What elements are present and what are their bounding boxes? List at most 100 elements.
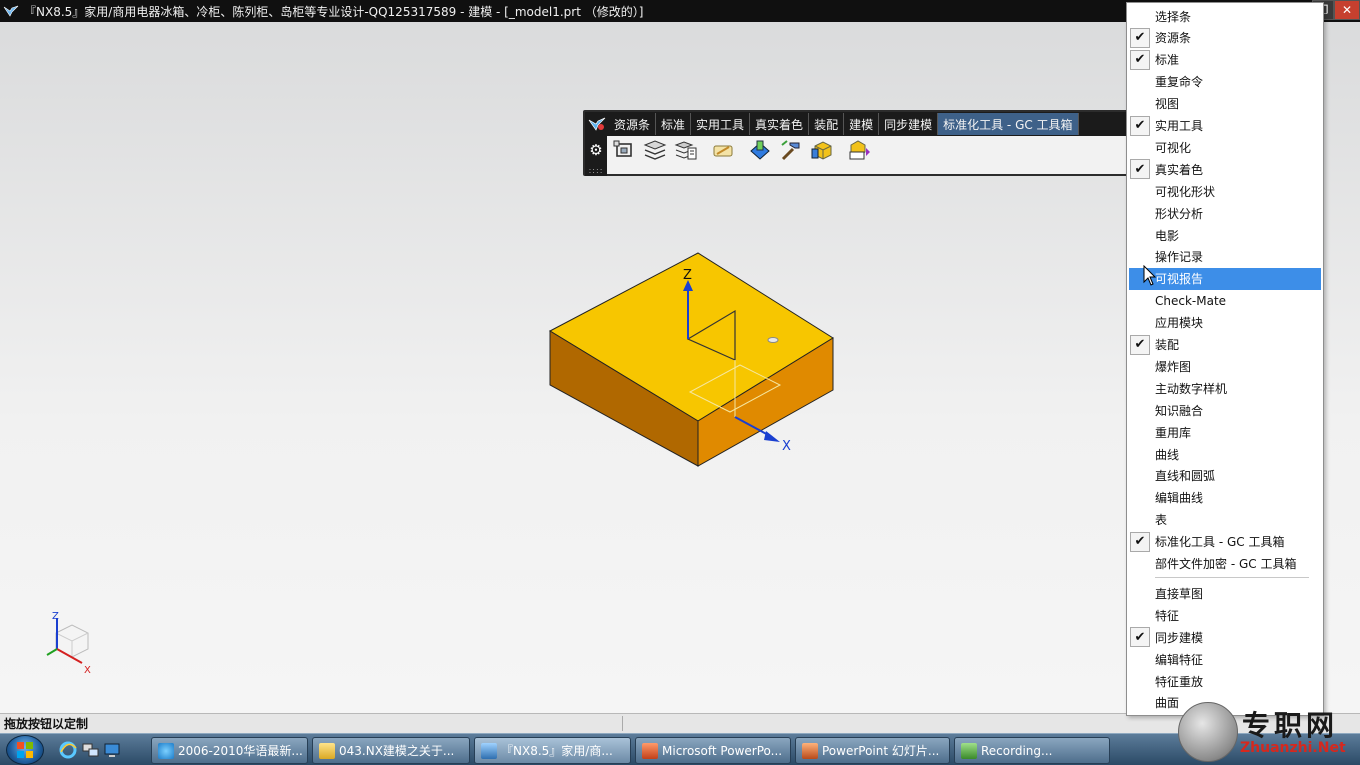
watermark-text: 专职网 <box>1242 709 1339 742</box>
tab-utilities[interactable]: 实用工具 <box>691 113 751 135</box>
checkmark-icon: ✔ <box>1130 531 1150 552</box>
part-blue-icon[interactable] <box>746 137 774 163</box>
menu-item-label: 表 <box>1155 513 1168 528</box>
menu-item[interactable]: 直接草图 <box>1127 582 1323 604</box>
checkmark-icon: ✔ <box>1130 627 1150 648</box>
menu-item-label: 可视化 <box>1155 140 1192 155</box>
desktop-quicklaunch-icon[interactable] <box>102 740 122 760</box>
z-axis-label: Z <box>683 268 692 283</box>
menu-item[interactable]: 部件文件加密 - GC 工具箱 <box>1127 553 1323 575</box>
menu-item[interactable]: 可视化 <box>1127 136 1323 158</box>
layers-list-icon[interactable] <box>672 137 700 163</box>
menu-item-label: 直接草图 <box>1155 586 1204 601</box>
tab-standard[interactable]: 标准 <box>656 113 692 135</box>
floating-toolbar: 资源条 标准 实用工具 真实着色 装配 建模 同步建模 标准化工具 - GC 工… <box>583 110 1128 176</box>
tab-modeling[interactable]: 建模 <box>844 113 880 135</box>
menu-item[interactable]: 编辑曲线 <box>1127 487 1323 509</box>
menu-separator <box>1155 577 1309 579</box>
folder-icon <box>319 742 335 759</box>
menu-item-label: 曲线 <box>1155 447 1180 462</box>
menu-item[interactable]: ✔ 装配 <box>1127 334 1323 356</box>
taskbar: 2006-2010华语最新... 043.NX建模之关于... 『NX8.5』家… <box>0 733 1360 765</box>
taskbar-item[interactable]: PowerPoint 幻灯片... <box>795 737 950 764</box>
x-axis-arrow <box>764 431 780 442</box>
menu-item-label: 资源条 <box>1155 31 1192 46</box>
menu-item-label: 编辑曲线 <box>1155 491 1204 506</box>
tab-gc-toolkit[interactable]: 标准化工具 - GC 工具箱 <box>938 113 1079 135</box>
menu-item[interactable]: ✔ 资源条 <box>1127 27 1323 49</box>
component-frame-icon[interactable] <box>610 137 638 163</box>
menu-item[interactable]: 重复命令 <box>1127 71 1323 93</box>
menu-item[interactable]: 应用模块 <box>1127 312 1323 334</box>
start-button[interactable] <box>6 735 44 765</box>
menu-item[interactable]: 编辑特征 <box>1127 648 1323 670</box>
menu-item[interactable]: 知识融合 <box>1127 399 1323 421</box>
network-quicklaunch-icon[interactable] <box>80 740 100 760</box>
menu-item[interactable]: ✔ 实用工具 <box>1127 115 1323 137</box>
tab-true-shading[interactable]: 真实着色 <box>750 113 810 135</box>
tab-sync-modeling[interactable]: 同步建模 <box>879 113 939 135</box>
window-title: 『NX8.5』家用/商用电器冰箱、冷柜、陈列柜、岛柜等专业设计-QQ125317… <box>24 4 644 19</box>
menu-item[interactable]: 选择条 <box>1127 5 1323 27</box>
menu-item[interactable]: 曲线 <box>1127 443 1323 465</box>
menu-item-label: 重用库 <box>1155 425 1192 440</box>
taskbar-item[interactable]: Microsoft PowerPo... <box>635 737 791 764</box>
menu-item-label: 应用模块 <box>1155 316 1204 331</box>
menu-item[interactable]: 表 <box>1127 509 1323 531</box>
menu-item-label: 电影 <box>1155 228 1180 243</box>
menu-item-label: 编辑特征 <box>1155 652 1204 667</box>
menu-item-label: 曲面 <box>1155 696 1180 711</box>
menu-item-label: 视图 <box>1155 97 1180 112</box>
pencil-note-icon[interactable] <box>709 137 737 163</box>
menu-item[interactable]: 爆炸图 <box>1127 355 1323 377</box>
text-cube-icon[interactable] <box>845 137 873 163</box>
menu-item-label: 爆炸图 <box>1155 359 1192 374</box>
toolbar-icon-row: ⚙ <box>585 136 1126 164</box>
menu-item[interactable]: ✔ 标准化工具 - GC 工具箱 <box>1127 531 1323 553</box>
toolbar-gripper[interactable]: :::: <box>585 164 607 176</box>
nx-logo-icon <box>0 0 22 22</box>
status-text: 拖放按钮以定制 <box>4 717 89 731</box>
taskbar-item[interactable]: 『NX8.5』家用/商... <box>474 737 631 764</box>
close-button[interactable]: ✕ <box>1334 0 1360 20</box>
menu-item[interactable]: 主动数字样机 <box>1127 377 1323 399</box>
menu-item[interactable]: 重用库 <box>1127 421 1323 443</box>
layers-stack-icon[interactable] <box>641 137 669 163</box>
menu-item-label: 标准化工具 - GC 工具箱 <box>1155 535 1285 550</box>
menu-item[interactable]: 特征 <box>1127 604 1323 626</box>
menu-item[interactable]: 电影 <box>1127 224 1323 246</box>
menu-item-label: 选择条 <box>1155 9 1192 24</box>
checkmark-icon: ✔ <box>1130 115 1150 136</box>
ie-quicklaunch-icon[interactable] <box>58 740 78 760</box>
menu-item[interactable]: ✔ 真实着色 <box>1127 158 1323 180</box>
menu-item[interactable]: Check-Mate <box>1127 290 1323 312</box>
tab-resource-bar[interactable]: 资源条 <box>609 113 657 135</box>
menu-item-label: 部件文件加密 - GC 工具箱 <box>1155 557 1297 571</box>
cube-yellow-icon[interactable] <box>808 137 836 163</box>
x-axis-label: X <box>782 439 791 454</box>
menu-item-label: 操作记录 <box>1155 250 1204 265</box>
checkmark-icon: ✔ <box>1130 27 1150 48</box>
menu-item-label: 直线和圆弧 <box>1155 469 1216 484</box>
tab-assembly[interactable]: 装配 <box>809 113 845 135</box>
menu-item-label: 真实着色 <box>1155 162 1204 177</box>
menu-item[interactable]: ✔ 同步建模 <box>1127 626 1323 648</box>
menu-item[interactable]: ✔ 标准 <box>1127 49 1323 71</box>
powerpoint-icon <box>642 742 658 759</box>
hammer-icon[interactable] <box>777 137 805 163</box>
menu-item[interactable]: 可视报告 <box>1129 267 1321 290</box>
watermark-ball-logo <box>1178 702 1238 762</box>
menu-item[interactable]: 可视化形状 <box>1127 180 1323 202</box>
ie-icon <box>158 742 174 759</box>
taskbar-item[interactable]: 043.NX建模之关于... <box>312 737 470 764</box>
taskbar-item[interactable]: Recording... <box>954 737 1110 764</box>
taskbar-item[interactable]: 2006-2010华语最新... <box>151 737 308 764</box>
gear-icon[interactable]: ⚙ <box>585 136 607 164</box>
menu-item[interactable]: 特征重放 <box>1127 670 1323 692</box>
menu-item[interactable]: 形状分析 <box>1127 202 1323 224</box>
toolbar-context-menu: 选择条 ✔ 资源条 ✔ 标准 重复命令 视图 ✔ 实用工具 可视化 ✔ 真实着色 可视化形状 形状分析 电影… <box>1126 2 1324 716</box>
menu-item-label: 装配 <box>1155 338 1180 352</box>
menu-item[interactable]: 视图 <box>1127 93 1323 115</box>
menu-item[interactable]: 直线和圆弧 <box>1127 465 1323 487</box>
menu-item-label: 可视化形状 <box>1155 184 1216 199</box>
